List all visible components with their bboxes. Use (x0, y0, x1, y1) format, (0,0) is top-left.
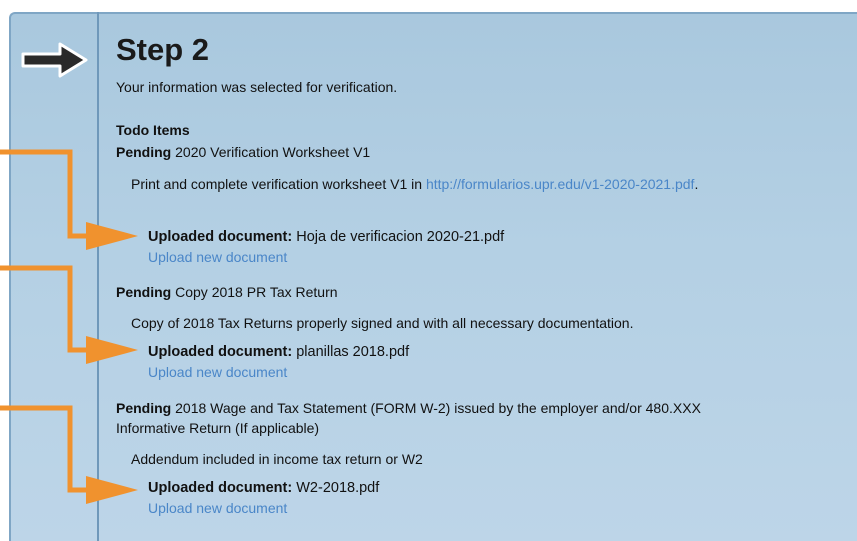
annotation-arrow-icon (0, 265, 92, 353)
annotation-arrow-icon (0, 149, 92, 239)
annotation-arrow-icon (86, 222, 138, 250)
annotation-overlay (0, 149, 138, 504)
annotation-arrow-icon (86, 336, 138, 364)
annotation-arrow-icon (86, 476, 138, 504)
annotation-arrow-icon (0, 405, 92, 493)
